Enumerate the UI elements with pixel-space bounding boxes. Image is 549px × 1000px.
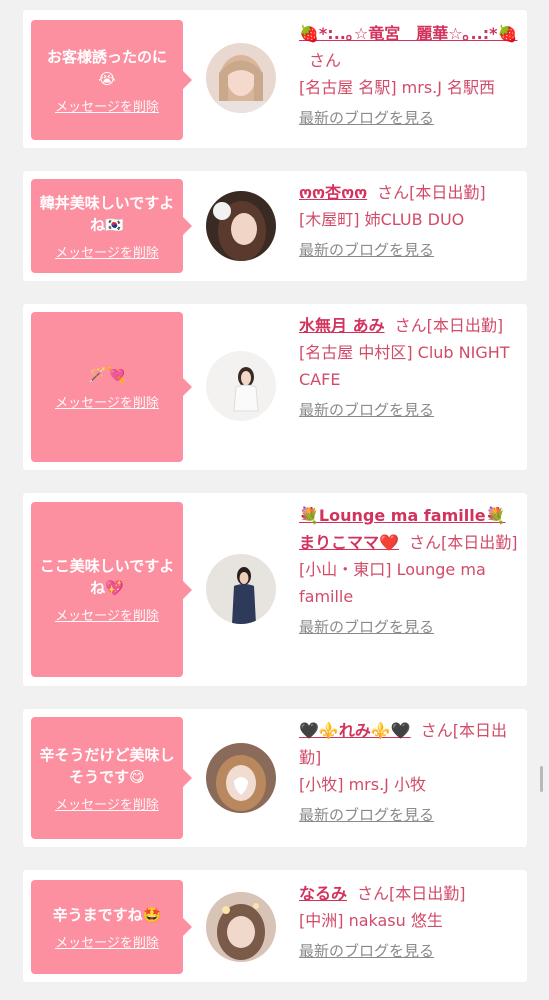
- delete-message-link[interactable]: メッセージを削除: [55, 96, 159, 115]
- message-card: 辛そうだけど美味しそうです😋 メッセージを削除 🖤⚜️れみ⚜️🖤 さん[本日出勤]…: [23, 709, 527, 847]
- cast-name-link[interactable]: 🍓*:..｡☆竜宮 麗華☆｡..:*🍓: [299, 24, 517, 43]
- shop-text: [小山・東口] Lounge ma famille: [299, 560, 486, 606]
- delete-message-link[interactable]: メッセージを削除: [55, 242, 159, 261]
- cast-info: なるみ さん[本日出勤] [中洲] nakasu 悠生 最新のブログを見る: [299, 880, 521, 965]
- message-card: お客様誘ったのに😭 メッセージを削除 🍓*:..｡☆竜宮 麗華☆｡..:*🍓 さん…: [23, 10, 527, 148]
- avatar[interactable]: [206, 191, 276, 261]
- message-card: 🪄💘 メッセージを削除 水無月 あみ さん[本日出勤] [名古屋 中村区] Clu…: [23, 304, 527, 470]
- cast-info: 水無月 あみ さん[本日出勤] [名古屋 中村区] Club NIGHT CAFE…: [299, 312, 521, 424]
- delete-message-link[interactable]: メッセージを削除: [55, 932, 159, 951]
- status-text: [本日出勤]: [426, 316, 504, 335]
- delete-message-link[interactable]: メッセージを削除: [55, 392, 159, 411]
- shop-text: [小牧] mrs.J 小牧: [299, 775, 426, 794]
- message-bubble: 辛うまですね🤩 メッセージを削除: [31, 880, 192, 974]
- latest-blog-link[interactable]: 最新のブログを見る: [299, 237, 521, 264]
- shop-text: [中洲] nakasu 悠生: [299, 911, 443, 930]
- latest-blog-link[interactable]: 最新のブログを見る: [299, 938, 521, 965]
- message-card: 辛うまですね🤩 メッセージを削除 なるみ さん[本日出勤] [中洲] nakasu…: [23, 870, 527, 982]
- shop-text: [木屋町] 姉CLUB DUO: [299, 210, 465, 229]
- san-label: さん: [377, 183, 410, 202]
- latest-blog-link[interactable]: 最新のブログを見る: [299, 397, 521, 424]
- message-bubble: ここ美味しいですよね💖 メッセージを削除: [31, 502, 192, 677]
- message-card: ここ美味しいですよね💖 メッセージを削除 💐Lounge ma famille💐…: [23, 493, 527, 686]
- cast-info: 💐Lounge ma famille💐まりこママ❤️ さん[本日出勤] [小山・東…: [299, 502, 521, 641]
- message-text: 辛うまですね🤩: [52, 905, 162, 924]
- message-bubble: 辛そうだけど美味しそうです😋 メッセージを削除: [31, 717, 192, 839]
- delete-message-link[interactable]: メッセージを削除: [55, 794, 159, 813]
- cast-name-link[interactable]: 水無月 あみ: [299, 316, 385, 335]
- avatar[interactable]: [206, 554, 276, 624]
- message-bubble: 韓丼美味しいですよね🇰🇷 メッセージを削除: [31, 179, 192, 273]
- san-label: さん: [394, 316, 427, 335]
- cast-name-link[interactable]: ოო杏ოო: [299, 183, 367, 202]
- cast-info: ოო杏ოო さん[本日出勤] [木屋町] 姉CLUB DUO 最新のブログを見る: [299, 179, 521, 264]
- status-text: [本日出勤]: [440, 533, 518, 552]
- avatar[interactable]: [206, 351, 276, 421]
- avatar[interactable]: [206, 743, 276, 813]
- status-text: [本日出勤]: [409, 183, 486, 202]
- scrollbar[interactable]: [540, 766, 543, 792]
- san-label: さん: [420, 721, 453, 740]
- san-label: さん: [357, 884, 390, 903]
- status-text: [本日出勤]: [389, 884, 466, 903]
- message-text: 韓丼美味しいですよね🇰🇷: [39, 193, 175, 234]
- latest-blog-link[interactable]: 最新のブログを見る: [299, 802, 521, 829]
- cast-name-link[interactable]: なるみ: [299, 884, 347, 903]
- san-label: さん: [408, 533, 441, 552]
- message-text: ここ美味しいですよね💖: [39, 557, 175, 597]
- message-card: 韓丼美味しいですよね🇰🇷 メッセージを削除 ოო杏ოო さん[本日出勤] [木屋町…: [23, 171, 527, 281]
- latest-blog-link[interactable]: 最新のブログを見る: [299, 105, 521, 132]
- san-label: さん: [309, 51, 342, 70]
- avatar[interactable]: [206, 892, 276, 962]
- cast-info: 🖤⚜️れみ⚜️🖤 さん[本日出勤] [小牧] mrs.J 小牧 最新のブログを見る: [299, 717, 521, 829]
- message-text: お客様誘ったのに😭: [46, 47, 167, 88]
- avatar[interactable]: [206, 43, 276, 113]
- latest-blog-link[interactable]: 最新のブログを見る: [299, 614, 521, 641]
- delete-message-link[interactable]: メッセージを削除: [55, 605, 159, 624]
- message-text: 辛そうだけど美味しそうです😋: [39, 745, 175, 786]
- message-bubble: 🪄💘 メッセージを削除: [31, 312, 192, 462]
- shop-text: [名古屋 中村区] Club NIGHT CAFE: [299, 343, 510, 389]
- cast-info: 🍓*:..｡☆竜宮 麗華☆｡..:*🍓 さん [名古屋 名駅] mrs.J 名駅西…: [299, 20, 521, 132]
- cast-name-link[interactable]: 🖤⚜️れみ⚜️🖤: [299, 721, 411, 740]
- message-text: 🪄💘: [88, 365, 126, 384]
- shop-text: [名古屋 名駅] mrs.J 名駅西: [299, 78, 496, 97]
- message-bubble: お客様誘ったのに😭 メッセージを削除: [31, 20, 192, 140]
